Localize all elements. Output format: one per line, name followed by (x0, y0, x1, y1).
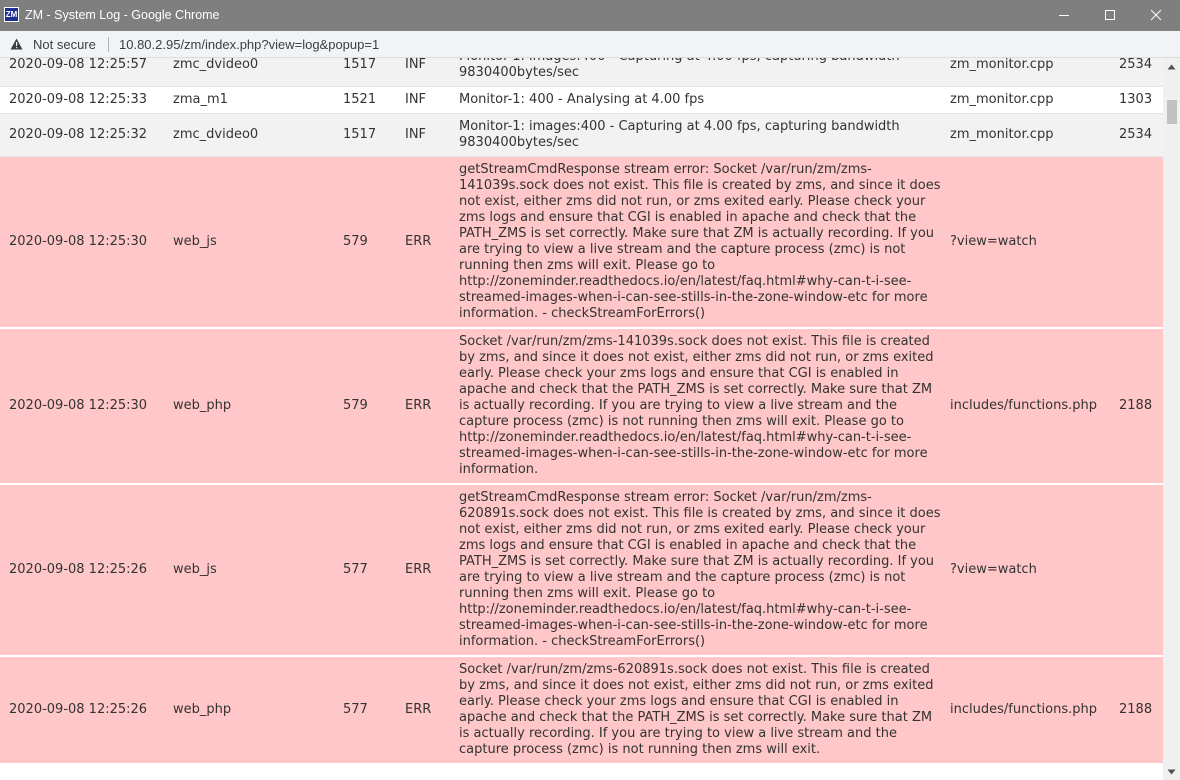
scroll-up-arrow-icon (1167, 64, 1176, 69)
log-row: 2020-09-08 12:25:26 web_js 577 ERR getStream… (0, 484, 1163, 656)
log-cell-file: zm_monitor.cpp (950, 92, 1054, 107)
window-titlebar: ZM ZM - System Log - Google Chrome (0, 0, 1180, 31)
log-cell-pid: 577 (343, 702, 368, 717)
url-field[interactable]: 10.80.2.95/zm/index.php?view=log&popup=1 (119, 37, 379, 52)
log-cell-pid: 1517 (343, 127, 377, 142)
log-cell-message: Monitor-1: images:400 - Capturing at 4.0… (459, 119, 900, 150)
log-cell-time: 2020-09-08 12:25:57 (9, 58, 148, 72)
log-row: 2020-09-08 12:25:30 web_php 579 ERR Socket /… (0, 328, 1163, 484)
log-cell-message: Socket /var/run/zm/zms-141039s.sock does… (459, 334, 934, 477)
scroll-down-button[interactable] (1163, 763, 1180, 780)
log-cell-pid: 1517 (343, 58, 377, 72)
log-cell-file: includes/functions.php (950, 398, 1098, 413)
log-row: 2020-09-08 12:25:33 zma_m1 1521 INF Monitor-… (0, 86, 1163, 114)
log-cell-pid: 579 (343, 398, 368, 413)
log-cell-line: 2188 (1119, 702, 1153, 717)
maximize-icon (1104, 10, 1115, 20)
log-cell-file: ?view=watch (950, 562, 1037, 577)
log-table-body: 2020-09-08 12:25:57 zmc_dvideo0 1517 INF Mon… (0, 58, 1163, 764)
security-status-label[interactable]: Not secure (33, 37, 96, 52)
log-cell-level: ERR (405, 234, 432, 249)
log-cell-line: 2534 (1119, 58, 1153, 72)
log-cell-line: 2534 (1119, 127, 1153, 142)
minimize-button[interactable] (1041, 0, 1087, 31)
vertical-scrollbar[interactable] (1163, 58, 1180, 780)
log-cell-line: 2188 (1119, 398, 1153, 413)
address-bar: Not secure 10.80.2.95/zm/index.php?view=… (0, 31, 1180, 58)
log-cell-message: Socket /var/run/zm/zms-620891s.sock does… (459, 662, 934, 757)
scroll-down-arrow-icon (1167, 769, 1176, 774)
scrollbar-thumb[interactable] (1167, 100, 1177, 124)
log-cell-time: 2020-09-08 12:25:26 (9, 702, 148, 717)
log-cell-message: Monitor-1: 400 - Analysing at 4.00 fps (459, 92, 705, 107)
log-cell-level: INF (405, 58, 427, 72)
minimize-icon (1058, 15, 1069, 16)
address-separator (108, 37, 109, 52)
scroll-up-button[interactable] (1163, 58, 1180, 75)
log-cell-level: INF (405, 127, 427, 142)
log-table: 2020-09-08 12:25:57 zmc_dvideo0 1517 INF Mon… (0, 58, 1163, 765)
log-cell-time: 2020-09-08 12:25:30 (9, 398, 148, 413)
log-cell-component: web_php (173, 702, 232, 717)
log-cell-line: 1303 (1119, 92, 1153, 107)
log-cell-level: ERR (405, 398, 432, 413)
log-cell-component: web_js (173, 234, 217, 249)
log-cell-message: Monitor-1: images:400 - Capturing at 4.0… (459, 58, 900, 80)
log-cell-level: ERR (405, 702, 432, 717)
log-cell-component: zmc_dvideo0 (173, 127, 259, 142)
log-cell-component: web_php (173, 398, 232, 413)
maximize-button[interactable] (1087, 0, 1133, 31)
log-cell-pid: 579 (343, 234, 368, 249)
log-cell-message: getStreamCmdResponse stream error: Socke… (459, 490, 941, 649)
log-cell-level: ERR (405, 562, 432, 577)
log-cell-line (1110, 484, 1163, 656)
window-title: ZM - System Log - Google Chrome (25, 8, 220, 22)
log-row: 2020-09-08 12:25:30 web_js 579 ERR getStream… (0, 156, 1163, 329)
log-cell-file: ?view=watch (950, 234, 1037, 249)
log-cell-component: zma_m1 (173, 92, 228, 107)
log-cell-file: zm_monitor.cpp (950, 127, 1054, 142)
log-cell-message: getStreamCmdResponse stream error: Socke… (459, 162, 941, 321)
log-cell-time: 2020-09-08 12:25:33 (9, 92, 148, 107)
close-icon (1150, 10, 1161, 21)
log-cell-component: zmc_dvideo0 (173, 58, 259, 72)
log-cell-file: includes/functions.php (950, 702, 1098, 717)
log-cell-time: 2020-09-08 12:25:30 (9, 234, 148, 249)
log-cell-time: 2020-09-08 12:25:32 (9, 127, 148, 142)
warning-icon[interactable] (10, 38, 23, 50)
log-cell-pid: 577 (343, 562, 368, 577)
log-cell-pid: 1521 (343, 92, 377, 107)
log-cell-component: web_js (173, 562, 217, 577)
log-cell-file: zm_monitor.cpp (950, 58, 1054, 72)
log-cell-line (1110, 157, 1163, 329)
log-row: 2020-09-08 12:25:57 zmc_dvideo0 1517 INF Mon… (0, 58, 1163, 87)
log-row: 2020-09-08 12:25:32 zmc_dvideo0 1517 INF Mon… (0, 113, 1163, 157)
log-row: 2020-09-08 12:25:26 web_php 577 ERR Socket /… (0, 656, 1163, 764)
log-cell-level: INF (405, 92, 427, 107)
zoneminder-app-icon: ZM (4, 7, 19, 22)
log-cell-time: 2020-09-08 12:25:26 (9, 562, 148, 577)
close-button[interactable] (1133, 0, 1179, 31)
log-viewport: 2020-09-08 12:25:57 zmc_dvideo0 1517 INF Mon… (0, 58, 1163, 780)
